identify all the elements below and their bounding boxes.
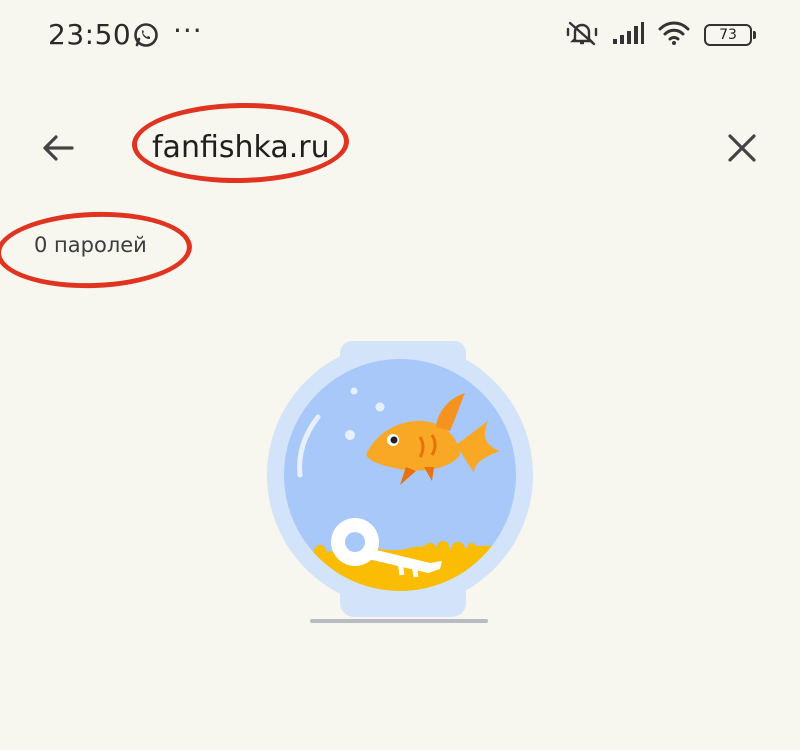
arrow-back-icon (43, 135, 74, 161)
search-input[interactable] (152, 122, 692, 172)
close-icon (728, 134, 756, 162)
status-time: 23:50 (48, 18, 132, 51)
more-notifications-icon: ··· (173, 14, 203, 47)
battery-icon: 73 (704, 24, 756, 46)
status-bar: 23:50 ··· 73 (0, 0, 800, 76)
status-icons: 73 (566, 20, 756, 50)
back-button[interactable] (30, 120, 86, 176)
wifi-icon (658, 20, 690, 50)
fishbowl-key-illustration (260, 335, 540, 625)
search-app-bar (0, 100, 800, 190)
silent-icon (566, 20, 598, 50)
clear-search-button[interactable] (714, 120, 770, 176)
password-count: 0 паролей (34, 233, 147, 257)
whatsapp-icon (133, 22, 159, 52)
signal-icon (612, 21, 644, 49)
battery-level: 73 (719, 27, 737, 43)
